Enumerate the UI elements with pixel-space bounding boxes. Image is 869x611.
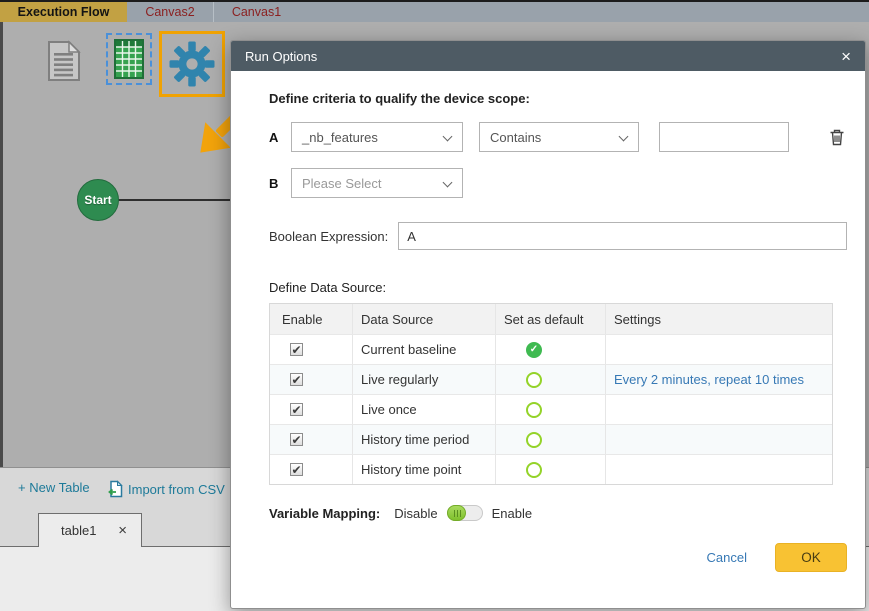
criteria-label-b: B — [269, 176, 291, 191]
boolean-expression-label: Boolean Expression: — [269, 229, 388, 244]
variable-mapping-row: Variable Mapping: Disable Enable — [269, 505, 847, 521]
default-radio[interactable] — [526, 432, 542, 448]
col-enable: Enable — [270, 304, 352, 334]
enable-checkbox[interactable]: ✔ — [290, 343, 303, 356]
chevron-down-icon — [619, 132, 629, 142]
field-select-b-value: Please Select — [302, 176, 382, 191]
boolean-expression-input[interactable] — [398, 222, 847, 250]
default-radio[interactable] — [526, 402, 542, 418]
dialog-header: Run Options × — [231, 41, 865, 71]
import-csv-icon — [108, 480, 123, 498]
default-radio[interactable] — [526, 462, 542, 478]
enable-checkbox[interactable]: ✔ — [290, 463, 303, 476]
table-row-history-time-period: ✔ History time period — [270, 424, 832, 454]
trash-icon — [829, 129, 845, 146]
field-select-b[interactable]: Please Select — [291, 168, 463, 198]
tab-execution-flow[interactable]: Execution Flow — [0, 2, 127, 22]
operator-select-a[interactable]: Contains — [479, 122, 639, 152]
table-row-history-time-point: ✔ History time point — [270, 454, 832, 484]
ok-button[interactable]: OK — [775, 543, 847, 572]
table-row-current-baseline: ✔ Current baseline ✓ — [270, 334, 832, 364]
criteria-heading: Define criteria to qualify the device sc… — [269, 91, 847, 106]
run-options-highlight[interactable] — [159, 31, 225, 97]
dialog-footer: Cancel OK — [269, 543, 847, 572]
delete-criteria-button[interactable] — [829, 129, 845, 146]
toggle-knob — [447, 505, 466, 521]
table1-tab-label: table1 — [61, 523, 96, 538]
variable-mapping-enable-label: Enable — [492, 506, 532, 521]
document-node-icon[interactable] — [47, 40, 81, 85]
run-options-dialog: Run Options × Define criteria to qualify… — [230, 40, 866, 609]
boolean-expression-row: Boolean Expression: — [269, 222, 847, 250]
chevron-down-icon — [443, 132, 453, 142]
start-node[interactable]: Start — [77, 179, 119, 221]
cancel-button[interactable]: Cancel — [707, 550, 747, 565]
data-source-table: Enable Data Source Set as default Settin… — [269, 303, 833, 485]
table-row-live-regularly: ✔ Live regularly Every 2 minutes, repeat… — [270, 364, 832, 394]
settings-cell — [605, 335, 832, 364]
close-icon[interactable]: × — [841, 48, 851, 65]
table-row-live-once: ✔ Live once — [270, 394, 832, 424]
data-source-name: Current baseline — [352, 335, 495, 364]
default-radio-selected[interactable]: ✓ — [526, 342, 542, 358]
data-source-name: Live regularly — [352, 365, 495, 394]
criteria-row-a: A _nb_features Contains — [269, 122, 847, 152]
field-select-a-value: _nb_features — [302, 130, 378, 145]
dialog-body: Define criteria to qualify the device sc… — [231, 71, 865, 572]
table1-close-icon[interactable]: × — [118, 522, 127, 539]
dialog-title: Run Options — [245, 49, 317, 64]
import-csv-label: Import from CSV — [128, 482, 225, 497]
live-regularly-settings-link[interactable]: Every 2 minutes, repeat 10 times — [614, 372, 804, 387]
import-csv-button[interactable]: Import from CSV — [108, 480, 225, 498]
tab-canvas1[interactable]: Canvas1 — [213, 2, 299, 22]
data-source-heading: Define Data Source: — [269, 280, 847, 295]
gear-icon — [168, 40, 216, 88]
criteria-label-a: A — [269, 130, 291, 145]
enable-checkbox[interactable]: ✔ — [290, 373, 303, 386]
col-set-as-default: Set as default — [495, 304, 605, 334]
flow-connector — [118, 199, 233, 201]
table-node-selection[interactable] — [106, 33, 152, 85]
criteria-value-input-a[interactable] — [659, 122, 789, 152]
enable-checkbox[interactable]: ✔ — [290, 433, 303, 446]
tab-canvas2[interactable]: Canvas2 — [127, 2, 213, 22]
variable-mapping-disable-label: Disable — [394, 506, 437, 521]
table-node-icon — [114, 39, 144, 79]
data-source-name: History time period — [352, 425, 495, 454]
app-window: Execution Flow Canvas2 Canvas1 — [0, 0, 869, 611]
data-source-name: History time point — [352, 455, 495, 484]
canvas-tab-bar: Execution Flow Canvas2 Canvas1 — [0, 0, 869, 22]
table1-tab[interactable]: table1 × — [38, 513, 142, 547]
col-data-source: Data Source — [352, 304, 495, 334]
settings-cell — [605, 425, 832, 454]
operator-select-a-value: Contains — [490, 130, 541, 145]
enable-checkbox[interactable]: ✔ — [290, 403, 303, 416]
field-select-a[interactable]: _nb_features — [291, 122, 463, 152]
chevron-down-icon — [443, 178, 453, 188]
data-source-name: Live once — [352, 395, 495, 424]
settings-cell — [605, 395, 832, 424]
settings-cell — [605, 455, 832, 484]
table-header-row: Enable Data Source Set as default Settin… — [270, 304, 832, 334]
variable-mapping-label: Variable Mapping: — [269, 506, 380, 521]
criteria-row-b: B Please Select — [269, 168, 847, 198]
default-radio[interactable] — [526, 372, 542, 388]
variable-mapping-toggle[interactable] — [447, 505, 483, 521]
new-table-button[interactable]: + New Table — [18, 480, 90, 495]
col-settings: Settings — [605, 304, 832, 334]
